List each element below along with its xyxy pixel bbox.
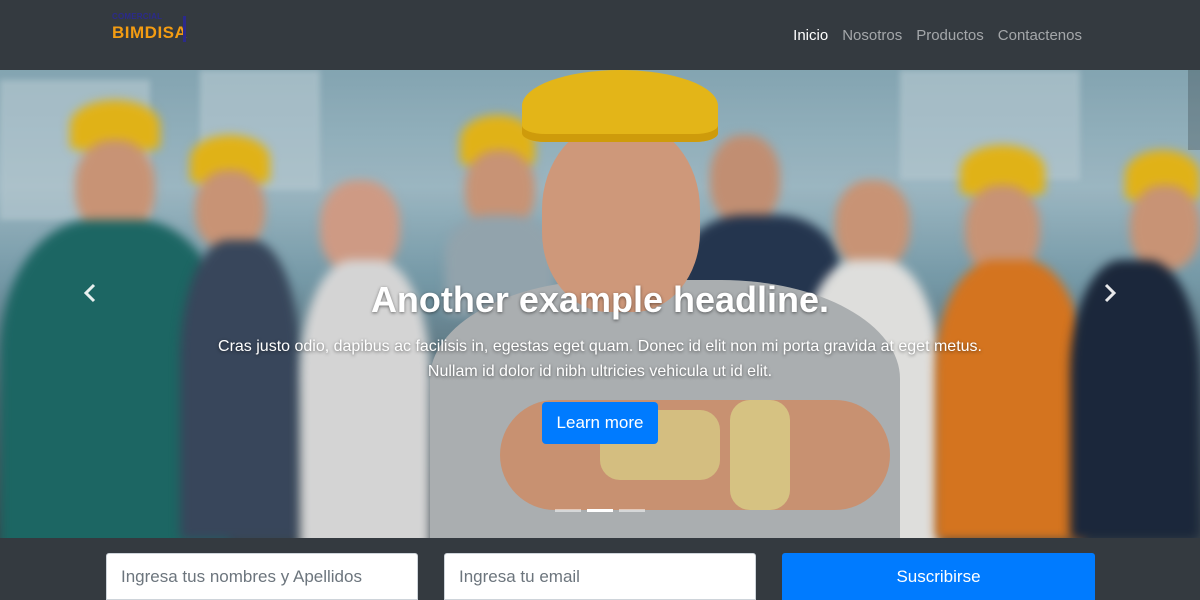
hero-carousel: Another example headline. Cras justo odi… [0, 70, 1200, 538]
navbar: COMERCIAL BIMDISA Inicio Nosotros Produc… [0, 0, 1200, 71]
carousel-next-button[interactable] [1090, 274, 1130, 314]
nav-item-nosotros[interactable]: Nosotros [842, 27, 902, 44]
page-scrollbar[interactable] [1188, 70, 1200, 150]
carousel-indicator-1[interactable] [555, 509, 581, 512]
subscribe-bar: Ingresa tus nombres y Apellidos Ingresa … [0, 538, 1200, 600]
carousel-prev-button[interactable] [70, 274, 110, 314]
brand-logo[interactable]: COMERCIAL BIMDISA [112, 12, 188, 54]
carousel-text-line1: Cras justo odio, dapibus ac facilisis in… [218, 338, 982, 355]
nav-item-inicio[interactable]: Inicio [793, 27, 828, 44]
carousel-indicator-3[interactable] [619, 509, 645, 512]
learn-more-button[interactable]: Learn more [541, 402, 659, 444]
brand-mark [183, 16, 186, 42]
carousel-indicators [555, 509, 645, 512]
brand-line1: COMERCIAL [112, 12, 163, 21]
carousel-headline: Another example headline. [370, 279, 830, 320]
carousel-text: Cras justo odio, dapibus ac facilisis in… [150, 334, 1050, 384]
email-input[interactable]: Ingresa tu email [444, 553, 756, 600]
nav-menu: Inicio Nosotros Productos Contactenos [793, 0, 1082, 70]
nav-item-contactenos[interactable]: Contactenos [998, 27, 1082, 44]
subscribe-button[interactable]: Suscribirse [782, 553, 1095, 600]
carousel-caption: Another example headline. Cras justo odi… [150, 278, 1050, 444]
nav-item-productos[interactable]: Productos [916, 27, 984, 44]
chevron-right-icon [1103, 278, 1117, 310]
carousel-text-line2: Nullam id dolor id nibh ultricies vehicu… [427, 363, 773, 380]
brand-name: BIMDISA [112, 23, 188, 42]
name-input[interactable]: Ingresa tus nombres y Apellidos [106, 553, 418, 600]
carousel-indicator-2[interactable] [587, 509, 613, 512]
chevron-left-icon [83, 278, 97, 310]
